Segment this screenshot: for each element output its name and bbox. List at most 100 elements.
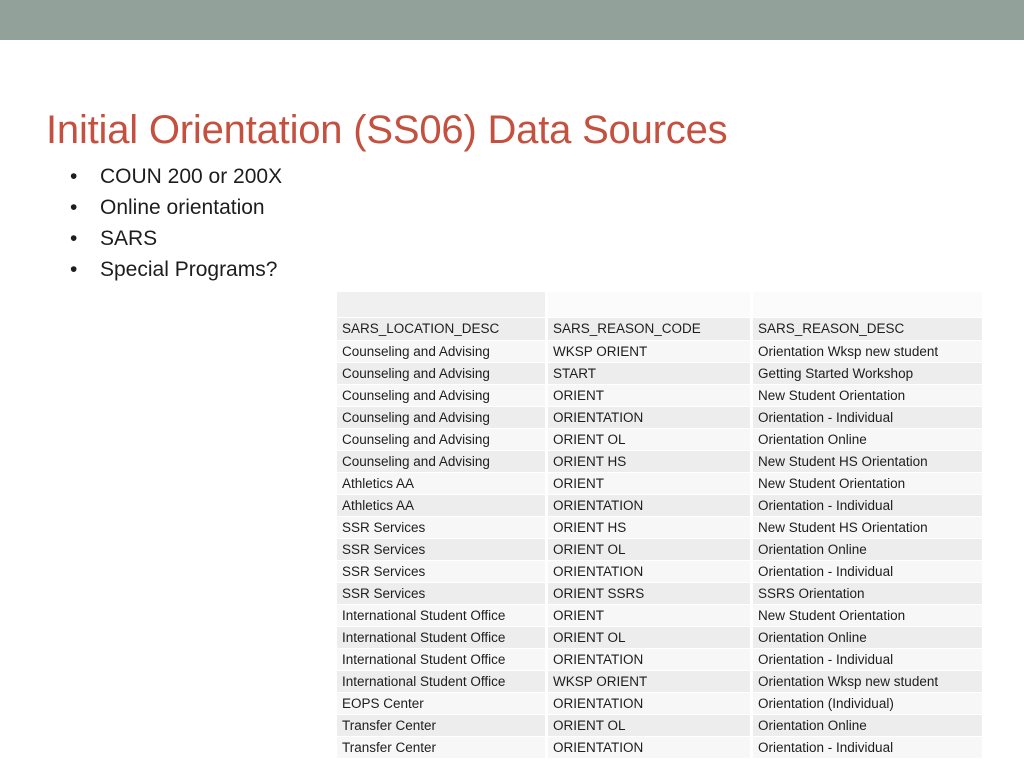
- table-row: Athletics AA ORIENT New Student Orientatio…: [337, 473, 982, 495]
- table-cell: Orientation - Individual: [753, 407, 982, 429]
- table-cell: Getting Started Workshop: [753, 363, 982, 385]
- bullet-item: • Online orientation: [62, 192, 282, 223]
- table-cell: SSR Services: [337, 583, 548, 605]
- bullet-dot-icon: •: [70, 196, 78, 219]
- table-cell: SSRS Orientation: [753, 583, 982, 605]
- table-row: SSR Services ORIENT OL Orientation Online: [337, 539, 982, 561]
- table-cell: Orientation - Individual: [753, 649, 982, 671]
- bullet-dot-icon: •: [70, 227, 78, 250]
- table-cell: New Student Orientation: [753, 385, 982, 407]
- table-cell: Athletics AA: [337, 495, 548, 517]
- table-row: Counseling and Advising WKSP ORIENT Orient…: [337, 341, 982, 363]
- table-cell: ORIENTATION: [548, 649, 753, 671]
- table-cell: START: [548, 363, 753, 385]
- table-cell: SSR Services: [337, 561, 548, 583]
- table-row: Athletics AA ORIENTATION Orientation - Ind…: [337, 495, 982, 517]
- data-table-container: SARS_LOCATION_DESC SARS_REASON_CODE SARS_R…: [337, 292, 982, 759]
- table-cell: ORIENTATION: [548, 737, 753, 759]
- bullet-label: SARS: [100, 227, 158, 250]
- bullet-item: • SARS: [62, 223, 282, 254]
- bullet-label: Online orientation: [100, 196, 265, 219]
- table-row: International Student Office ORIENT OL Ori…: [337, 627, 982, 649]
- bullet-label: Special Programs?: [100, 258, 278, 281]
- table-cell: Counseling and Advising: [337, 341, 548, 363]
- table-cell: Orientation - Individual: [753, 495, 982, 517]
- table-row: SSR Services ORIENT SSRS SSRS Orientation: [337, 583, 982, 605]
- table-cell: ORIENT OL: [548, 627, 753, 649]
- table-cell: SSR Services: [337, 517, 548, 539]
- table-row: SSR Services ORIENTATION Orientation - Ind…: [337, 561, 982, 583]
- table-cell: ORIENT HS: [548, 451, 753, 473]
- bullet-item: • COUN 200 or 200X: [62, 161, 282, 192]
- bullet-list: • COUN 200 or 200X • Online orientation • SAR…: [62, 161, 282, 285]
- table-cell: Orientation Online: [753, 627, 982, 649]
- table-row: EOPS Center ORIENTATION Orientation (Indiv…: [337, 693, 982, 715]
- table-row: International Student Office ORIENTATION O…: [337, 649, 982, 671]
- top-decorative-band: [0, 0, 1024, 40]
- table-cell: New Student Orientation: [753, 605, 982, 627]
- page-title: Initial Orientation (SS06) Data Sources: [46, 107, 728, 152]
- table-cell: Orientation - Individual: [753, 737, 982, 759]
- table-cell: Orientation Wksp new student: [753, 671, 982, 693]
- table-cell: Transfer Center: [337, 715, 548, 737]
- table-cell: Orientation (Individual): [753, 693, 982, 715]
- table-cell: SSR Services: [337, 539, 548, 561]
- table-cell: ORIENT OL: [548, 715, 753, 737]
- table-cell: Orientation Online: [753, 715, 982, 737]
- table-cell: Counseling and Advising: [337, 385, 548, 407]
- table-cell: ORIENT: [548, 473, 753, 495]
- table-cell: ORIENT OL: [548, 539, 753, 561]
- column-header: SARS_LOCATION_DESC: [337, 318, 548, 341]
- table-cell: Orientation Wksp new student: [753, 341, 982, 363]
- table-cell: ORIENT SSRS: [548, 583, 753, 605]
- table-cell: International Student Office: [337, 671, 548, 693]
- column-header: SARS_REASON_CODE: [548, 318, 753, 341]
- table-cell: WKSP ORIENT: [548, 341, 753, 363]
- table-cell: ORIENT: [548, 605, 753, 627]
- table-cell: Orientation - Individual: [753, 561, 982, 583]
- table-spacer-row: [337, 292, 982, 318]
- table-cell: New Student HS Orientation: [753, 517, 982, 539]
- table-cell: ORIENT: [548, 385, 753, 407]
- table-cell: ORIENT HS: [548, 517, 753, 539]
- table-cell: Counseling and Advising: [337, 451, 548, 473]
- table-row: International Student Office ORIENT New St…: [337, 605, 982, 627]
- table-cell: Transfer Center: [337, 737, 548, 759]
- table-cell: International Student Office: [337, 649, 548, 671]
- table-row: Counseling and Advising START Getting Star…: [337, 363, 982, 385]
- table-row: Counseling and Advising ORIENT HS New Stud…: [337, 451, 982, 473]
- table-cell: ORIENTATION: [548, 561, 753, 583]
- table-row: Transfer Center ORIENT OL Orientation Onli…: [337, 715, 982, 737]
- table-row: Transfer Center ORIENTATION Orientation - …: [337, 737, 982, 759]
- table-spacer-cell: [548, 292, 753, 318]
- table-spacer-cell: [753, 292, 982, 318]
- table-cell: ORIENTATION: [548, 495, 753, 517]
- table-cell: International Student Office: [337, 627, 548, 649]
- table-cell: ORIENTATION: [548, 693, 753, 715]
- table-row: Counseling and Advising ORIENTATION Orient…: [337, 407, 982, 429]
- bullet-item: • Special Programs?: [62, 254, 282, 285]
- table-row: SSR Services ORIENT HS New Student HS Orie…: [337, 517, 982, 539]
- table-cell: Counseling and Advising: [337, 407, 548, 429]
- table-cell: New Student Orientation: [753, 473, 982, 495]
- bullet-dot-icon: •: [70, 258, 78, 281]
- table-cell: Counseling and Advising: [337, 429, 548, 451]
- table-row: Counseling and Advising ORIENT OL Orientat…: [337, 429, 982, 451]
- bullet-dot-icon: •: [70, 165, 78, 188]
- table-row: International Student Office WKSP ORIENT O…: [337, 671, 982, 693]
- table-cell: WKSP ORIENT: [548, 671, 753, 693]
- table-cell: EOPS Center: [337, 693, 548, 715]
- table-cell: New Student HS Orientation: [753, 451, 982, 473]
- table-row: Counseling and Advising ORIENT New Student…: [337, 385, 982, 407]
- sars-data-table: SARS_LOCATION_DESC SARS_REASON_CODE SARS_R…: [337, 292, 982, 759]
- table-header-row: SARS_LOCATION_DESC SARS_REASON_CODE SARS_R…: [337, 318, 982, 341]
- bullet-label: COUN 200 or 200X: [100, 165, 283, 188]
- table-spacer-cell: [337, 292, 548, 318]
- table-cell: Athletics AA: [337, 473, 548, 495]
- table-cell: Orientation Online: [753, 539, 982, 561]
- table-cell: International Student Office: [337, 605, 548, 627]
- table-cell: Counseling and Advising: [337, 363, 548, 385]
- table-cell: ORIENT OL: [548, 429, 753, 451]
- table-cell: Orientation Online: [753, 429, 982, 451]
- table-cell: ORIENTATION: [548, 407, 753, 429]
